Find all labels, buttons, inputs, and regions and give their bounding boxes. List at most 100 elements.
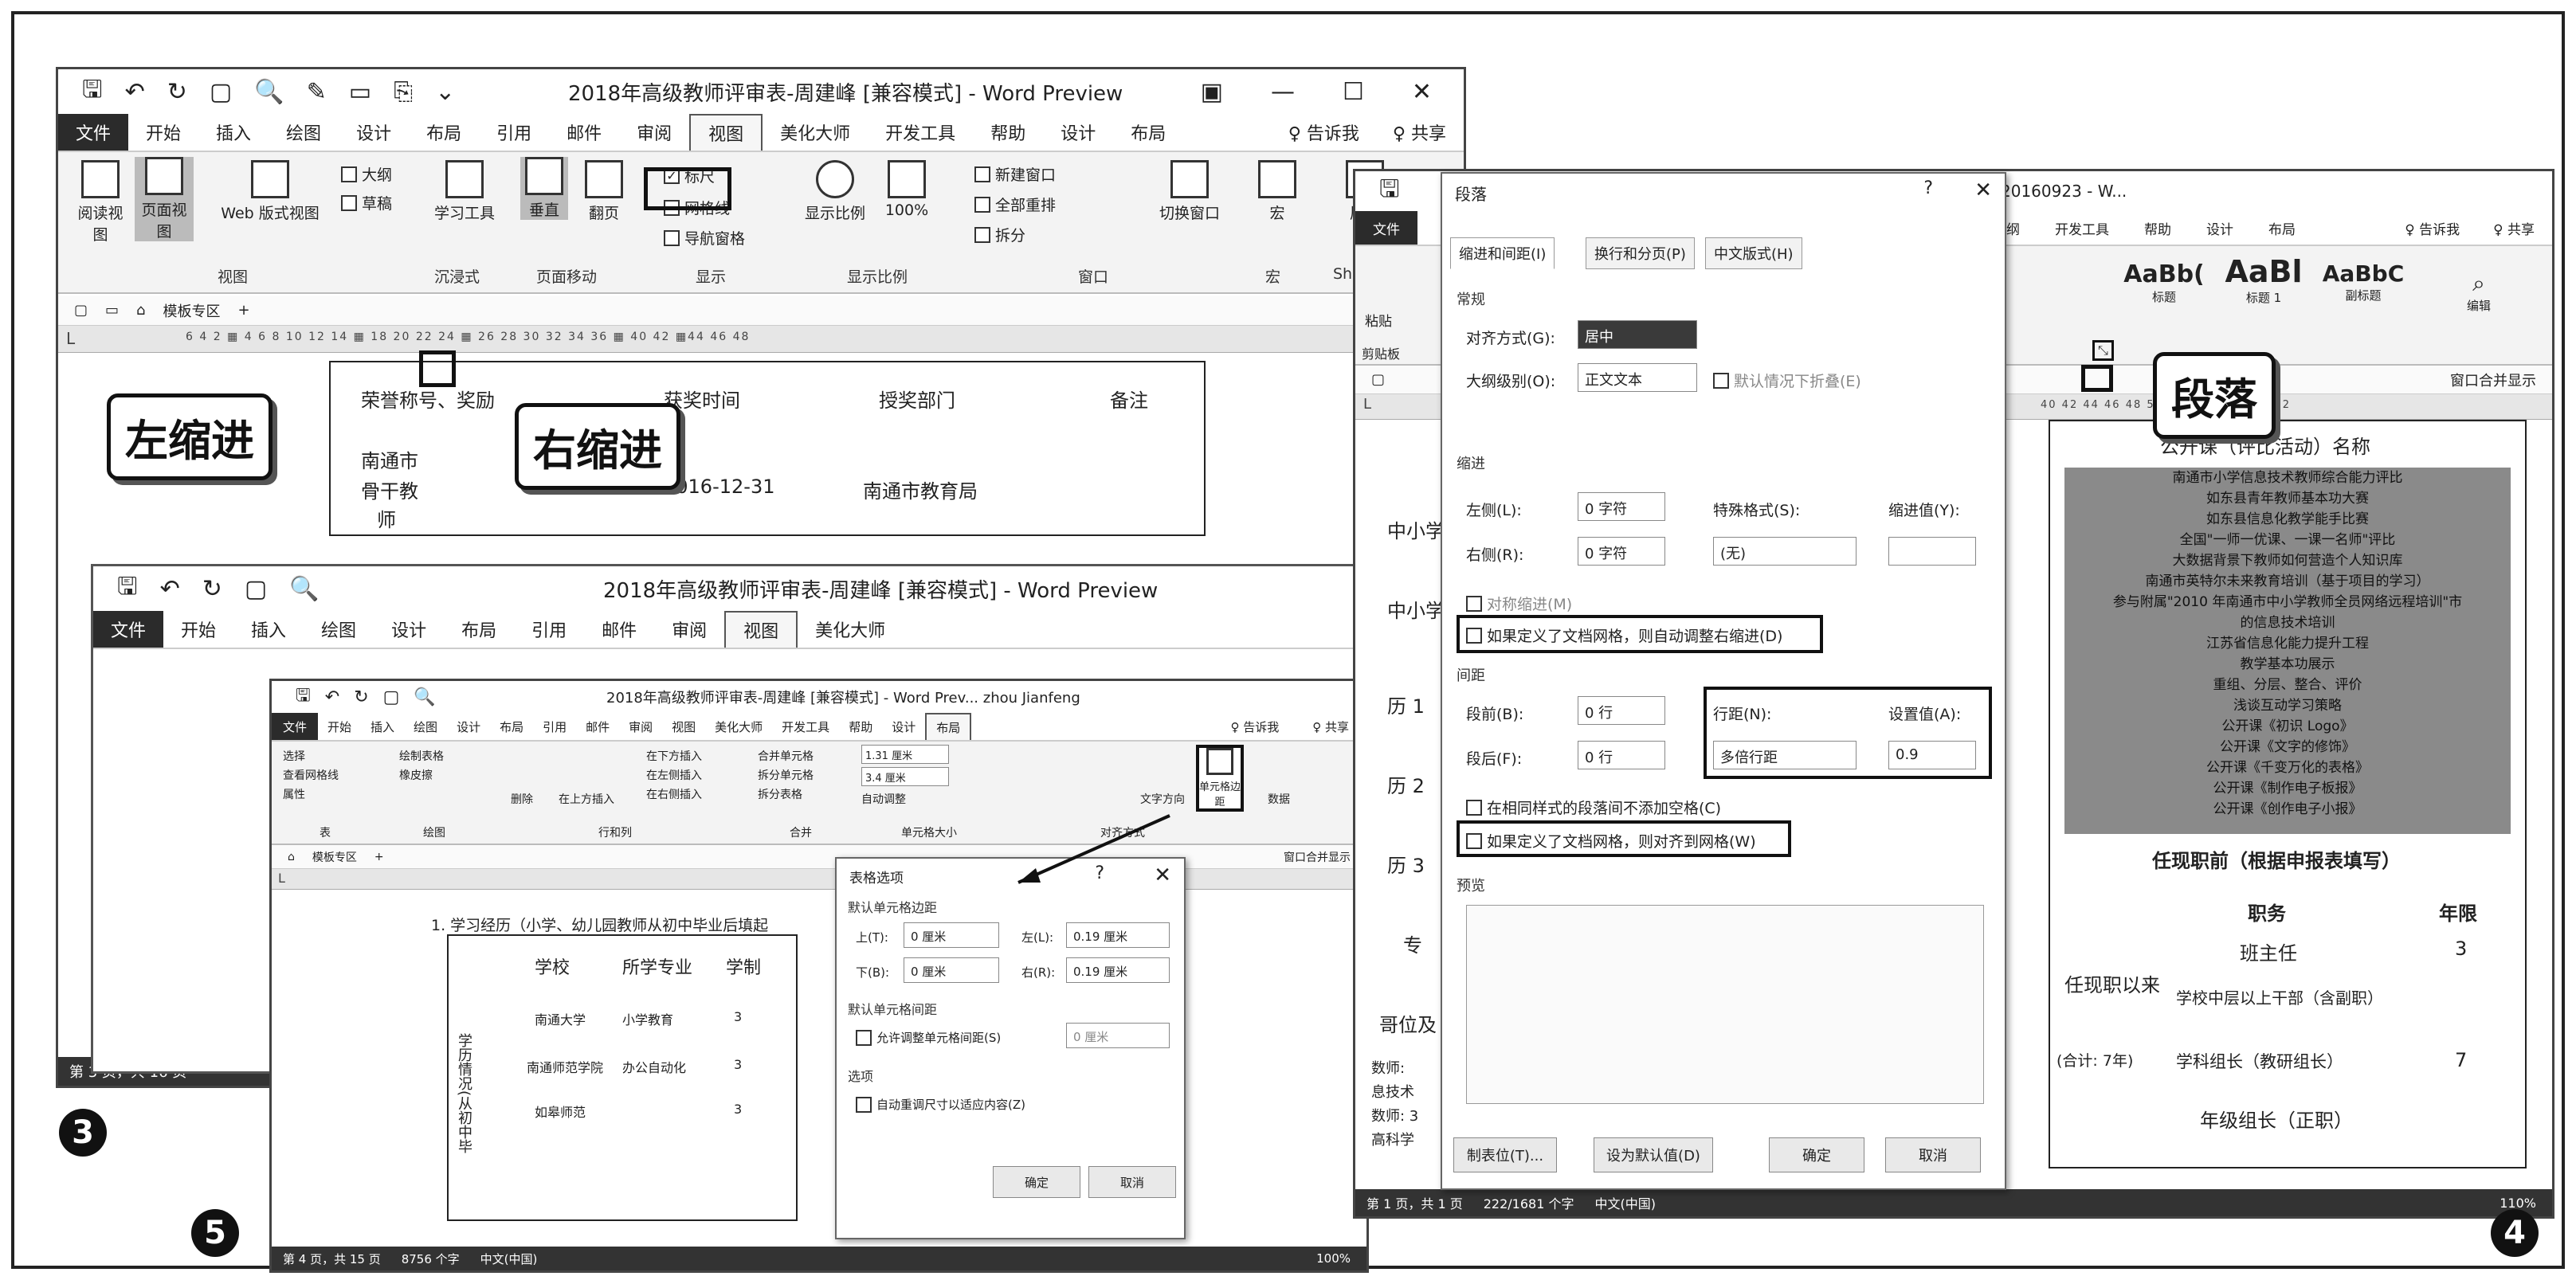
data-button[interactable]: 数据 — [1268, 791, 1290, 807]
zoom-level[interactable]: 100% — [1316, 1251, 1366, 1266]
undo-icon[interactable]: ↶ — [125, 78, 145, 106]
page-count[interactable]: 第 4 页，共 15 页 — [283, 1251, 381, 1267]
paragraph-launcher-icon[interactable]: ⤡ — [2092, 340, 2114, 361]
arrange-all-button[interactable]: 全部重排 — [974, 194, 1056, 215]
tab-mailings[interactable]: 邮件 — [576, 713, 619, 740]
outline-button[interactable]: 大纲 — [341, 163, 392, 185]
close-button[interactable]: ✕ — [1154, 863, 1171, 887]
tab-selector-icon[interactable]: L — [66, 329, 75, 348]
auto-resize-checkbox[interactable]: 自动重调尺寸以适应内容(Z) — [856, 1096, 1025, 1113]
side-to-side-button[interactable]: 翻页 — [580, 160, 628, 223]
tab-developer[interactable]: 开发工具 — [868, 114, 973, 151]
print-layout-button[interactable]: 页面视图 — [135, 157, 194, 241]
tab-mailings[interactable]: 邮件 — [584, 611, 654, 648]
tab-beautify[interactable]: 美化大师 — [763, 114, 868, 151]
tab-review[interactable]: 审阅 — [619, 713, 662, 740]
insert-below-button[interactable]: 在下方插入 — [646, 748, 702, 764]
close-button[interactable]: ✕ — [1412, 78, 1432, 106]
allow-spacing-checkbox[interactable]: 允许调整单元格间距(S) — [856, 1029, 1001, 1046]
print-preview-icon[interactable]: 🔍 — [414, 687, 435, 707]
tab-references[interactable]: 引用 — [514, 611, 584, 648]
folder-tab-icon[interactable]: ▭ — [105, 302, 119, 319]
insert-left-button[interactable]: 在左侧插入 — [646, 767, 702, 783]
save-icon[interactable]: 🖫 — [117, 569, 138, 609]
ok-button[interactable]: 确定 — [993, 1166, 1080, 1198]
tab-design[interactable]: 设计 — [374, 611, 444, 648]
add-tab-icon[interactable]: + — [237, 302, 249, 319]
zoom-100-button[interactable]: 100% — [879, 160, 935, 219]
cell-margins-button[interactable]: 单元格边距 — [1196, 745, 1244, 812]
draft-button[interactable]: 草稿 — [341, 192, 392, 213]
page-icon[interactable]: ▢ — [1371, 371, 1385, 388]
style-subtitle[interactable]: AaBbC 副标题 — [2319, 260, 2407, 303]
tab-draw[interactable]: 绘图 — [404, 713, 447, 740]
tab-layout[interactable]: 布局 — [409, 114, 479, 151]
word-count[interactable]: 222/1681 个字 — [1484, 1193, 1574, 1212]
split-button[interactable]: 拆分 — [974, 224, 1025, 245]
macros-button[interactable]: 宏 — [1253, 160, 1301, 223]
undo-icon[interactable]: ↶ — [160, 575, 180, 603]
spacing-field[interactable]: 0 厘米 — [1066, 1023, 1170, 1048]
tab-view[interactable]: 视图 — [724, 611, 798, 648]
undo-icon[interactable]: ↶ — [325, 687, 339, 707]
tab-references[interactable]: 引用 — [533, 713, 576, 740]
share-button[interactable]: ♀ 共享 — [2476, 211, 2552, 245]
new-window-button[interactable]: 新建窗口 — [974, 163, 1056, 185]
properties-button[interactable]: 属性 — [283, 786, 305, 802]
add-tab-icon[interactable]: + — [374, 851, 384, 863]
mirror-indent-checkbox[interactable]: 对称缩进(M) — [1466, 593, 1572, 614]
style-title[interactable]: AaBb(标题 — [2120, 260, 2208, 305]
folder-icon[interactable]: ▭ — [349, 78, 371, 106]
save-icon[interactable]: 🖫 — [1379, 171, 1400, 212]
nav-pane-checkbox[interactable]: 导航窗格 — [664, 227, 745, 249]
tell-me-search[interactable]: ♀ 告诉我 — [2387, 211, 2476, 245]
help-button[interactable]: ? — [1095, 863, 1104, 883]
tab-design[interactable]: 设计 — [339, 114, 409, 151]
template-tab[interactable]: 模板专区 — [163, 300, 220, 321]
tab-selector-icon[interactable]: L — [1363, 396, 1371, 413]
view-gridlines-button[interactable]: 查看网格线 — [283, 767, 339, 783]
split-table-button[interactable]: 拆分表格 — [758, 786, 802, 802]
eraser-button[interactable]: 橡皮擦 — [399, 767, 433, 783]
new-doc-icon[interactable]: ▢ — [210, 78, 232, 106]
redo-icon[interactable]: ↻ — [202, 575, 222, 603]
horizontal-ruler[interactable]: L 6 4 2 ▦ 4 6 8 10 12 14 ▦ 18 20 22 24 ▦… — [58, 326, 1464, 353]
home-icon[interactable]: ⌂ — [288, 851, 295, 863]
tab-table-layout[interactable]: 布局 — [925, 713, 972, 740]
tab-help[interactable]: 帮助 — [2127, 211, 2189, 245]
tell-me-search[interactable]: ♀ 告诉我 — [1213, 713, 1295, 740]
tab-file[interactable]: 文件 — [58, 114, 129, 151]
collapse-checkbox[interactable]: 默认情况下折叠(E) — [1713, 370, 1861, 391]
maximize-button[interactable]: ☐ — [1343, 78, 1364, 106]
switch-window-button[interactable]: 切换窗口 — [1150, 160, 1229, 223]
tab-file[interactable]: 文件 — [1355, 211, 1417, 245]
read-mode-button[interactable]: 阅读视图 — [73, 160, 128, 245]
left-margin-field[interactable]: 0.19 厘米 — [1066, 922, 1170, 948]
export-icon[interactable]: ⎘ — [394, 78, 413, 106]
tab-insert[interactable]: 插入 — [198, 114, 269, 151]
before-field[interactable]: 0 行 — [1578, 696, 1665, 725]
redo-icon[interactable]: ↻ — [167, 78, 187, 106]
tab-draw[interactable]: 绘图 — [304, 611, 374, 648]
print-preview-icon[interactable]: 🔍 — [254, 78, 284, 106]
format-painter-icon[interactable]: ✎ — [307, 78, 327, 106]
select-button[interactable]: 选择 — [283, 748, 305, 764]
set-default-button[interactable]: 设为默认值(D) — [1594, 1137, 1713, 1172]
tab-view[interactable]: 视图 — [689, 114, 763, 151]
delete-button[interactable]: 删除 — [511, 791, 533, 807]
no-space-checkbox[interactable]: 在相同样式的段落间不添加空格(C) — [1466, 797, 1721, 818]
tabs-button[interactable]: 制表位(T)... — [1453, 1137, 1557, 1172]
tab-layout[interactable]: 布局 — [490, 713, 533, 740]
learning-tools-button[interactable]: 学习工具 — [433, 160, 496, 223]
tab-table-design[interactable]: 设计 — [1043, 114, 1113, 151]
edit-button[interactable]: ⌕ 编辑 — [2455, 270, 2503, 314]
row-height-field[interactable]: 1.31 厘米 — [861, 745, 949, 764]
tell-me-search[interactable]: ♀ 告诉我 — [1271, 114, 1375, 151]
tab-design[interactable]: 设计 — [447, 713, 490, 740]
tab-file[interactable]: 文件 — [272, 713, 319, 740]
tab-insert[interactable]: 插入 — [233, 611, 304, 648]
tab-mailings[interactable]: 邮件 — [549, 114, 619, 151]
tab-asian-typography[interactable]: 中文版式(H) — [1705, 237, 1802, 269]
home-icon[interactable]: ⌂ — [136, 302, 145, 319]
style-heading1[interactable]: AaBl 标题 1 — [2216, 254, 2311, 306]
